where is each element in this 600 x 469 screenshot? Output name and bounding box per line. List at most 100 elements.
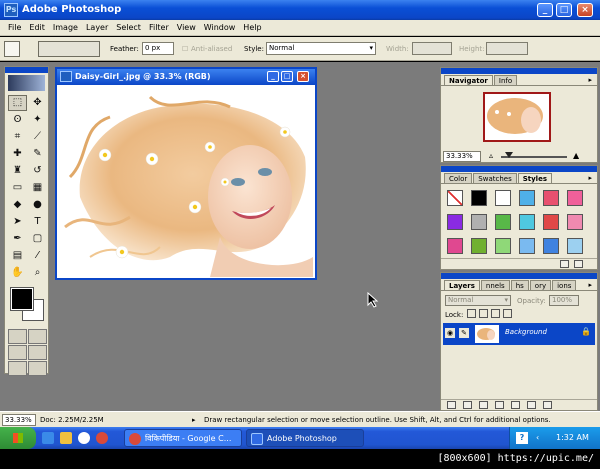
panel-menu-icon[interactable]: ▸ (584, 75, 596, 85)
status-arrow-icon[interactable]: ▸ (192, 414, 196, 426)
menu-window[interactable]: Window (200, 23, 240, 32)
opacity-input[interactable]: 100% (549, 295, 579, 306)
style-swatch[interactable] (471, 238, 487, 254)
marquee-tool-preset-icon[interactable] (4, 41, 20, 57)
healing-brush-icon[interactable]: ✚ (8, 146, 27, 162)
eraser-tool-icon[interactable]: ▭ (8, 180, 27, 196)
chrome-icon[interactable] (96, 432, 108, 444)
style-swatch[interactable] (447, 238, 463, 254)
navigator-thumbnail[interactable] (483, 92, 551, 142)
new-set-icon[interactable] (495, 401, 504, 409)
panel-menu-icon[interactable]: ▸ (584, 280, 596, 290)
gradient-tool-icon[interactable]: ▦ (28, 180, 47, 196)
task-photoshop[interactable]: Adobe Photoshop (246, 429, 364, 447)
tab-layers[interactable]: Layers (444, 280, 480, 290)
style-swatch[interactable] (495, 190, 511, 206)
move-tool-icon[interactable]: ✥ (28, 95, 47, 111)
style-swatch[interactable] (495, 238, 511, 254)
document-titlebar[interactable]: Daisy-Girl_.jpg @ 33.3% (RGB) _ □ × (57, 69, 315, 85)
path-select-icon[interactable]: ➤ (8, 214, 27, 230)
status-zoom-input[interactable]: 33.33% (2, 414, 36, 426)
link-layers-icon[interactable] (447, 401, 456, 409)
adjustment-layer-icon[interactable] (511, 401, 520, 409)
menu-image[interactable]: Image (49, 23, 82, 32)
style-swatch[interactable] (519, 238, 535, 254)
style-swatch[interactable] (543, 238, 559, 254)
brush-tool-icon[interactable]: ✎ (28, 146, 47, 162)
crop-tool-icon[interactable]: ⌗ (8, 129, 27, 145)
style-swatch[interactable] (543, 214, 559, 230)
type-tool-icon[interactable]: T (28, 214, 47, 230)
shape-tool-icon[interactable]: ▢ (28, 231, 47, 247)
tray-arrow-icon[interactable]: ‹ (536, 427, 539, 449)
style-swatch[interactable] (519, 190, 535, 206)
style-swatch[interactable] (471, 190, 487, 206)
ie-icon[interactable] (42, 432, 54, 444)
toolbox-header[interactable] (5, 67, 48, 73)
notes-tool-icon[interactable]: ▤ (8, 248, 27, 264)
quick-mask-icon[interactable] (28, 329, 47, 344)
screen-mode-2-icon[interactable] (28, 345, 47, 360)
tab-color[interactable]: Color (444, 173, 473, 183)
brush-icon[interactable]: ✎ (459, 328, 469, 338)
layer-style-icon[interactable] (463, 401, 472, 409)
menu-help[interactable]: Help (239, 23, 265, 32)
delete-layer-icon[interactable] (543, 401, 552, 409)
pen-tool-icon[interactable]: ✒ (8, 231, 27, 247)
tab-styles[interactable]: Styles (517, 173, 552, 183)
navigator-zoom-input[interactable]: 33.33% (443, 151, 481, 162)
slice-tool-icon[interactable]: ⟋ (28, 129, 47, 145)
style-swatch[interactable] (471, 214, 487, 230)
feather-input[interactable]: 0 px (142, 42, 174, 55)
layer-mask-icon[interactable] (479, 401, 488, 409)
delete-style-icon[interactable] (574, 260, 583, 268)
image-canvas[interactable] (60, 87, 313, 277)
maximize-button[interactable]: □ (556, 3, 572, 17)
media-icon[interactable] (78, 432, 90, 444)
menu-filter[interactable]: Filter (145, 23, 173, 32)
zoom-out-icon[interactable]: ▵ (489, 151, 493, 160)
panel-menu-icon[interactable]: ▸ (584, 173, 596, 183)
zoom-slider-thumb[interactable] (505, 152, 513, 158)
menu-layer[interactable]: Layer (82, 23, 112, 32)
style-swatch[interactable] (447, 190, 463, 206)
anti-aliased-checkbox-icon[interactable]: ☐ (182, 45, 188, 53)
marquee-tool-icon[interactable]: ⬚ (8, 95, 27, 111)
task-chrome[interactable]: विकिपीडिया - Google C... (124, 429, 242, 447)
new-style-icon[interactable] (560, 260, 569, 268)
tab-info[interactable]: Info (493, 75, 518, 85)
help-icon[interactable]: ? (516, 432, 528, 444)
tab-swatches[interactable]: Swatches (473, 173, 517, 183)
width-input[interactable] (412, 42, 452, 55)
blend-mode-select[interactable]: Normal ▾ (445, 295, 511, 306)
tab-channels[interactable]: nnels (480, 280, 510, 290)
lock-transparency-icon[interactable] (467, 309, 476, 318)
dodge-tool-icon[interactable]: ● (28, 197, 47, 213)
style-select[interactable]: Normal ▾ (266, 42, 376, 55)
history-brush-icon[interactable]: ↺ (28, 163, 47, 179)
doc-maximize-button[interactable]: □ (281, 71, 293, 82)
start-button[interactable] (0, 427, 36, 449)
screen-mode-1-icon[interactable] (8, 345, 27, 360)
blur-tool-icon[interactable]: ◆ (8, 197, 27, 213)
lock-position-icon[interactable] (491, 309, 500, 318)
tab-actions[interactable]: ions (552, 280, 577, 290)
height-input[interactable] (486, 42, 528, 55)
foreground-color[interactable] (10, 287, 34, 311)
lock-pixels-icon[interactable] (479, 309, 488, 318)
style-swatch[interactable] (447, 214, 463, 230)
navigator-zoom-slider[interactable] (501, 152, 567, 158)
eyedropper-icon[interactable]: ⁄ (28, 248, 47, 264)
new-layer-icon[interactable] (527, 401, 536, 409)
close-button[interactable]: × (577, 3, 593, 17)
explorer-icon[interactable] (60, 432, 72, 444)
standard-mode-icon[interactable] (8, 329, 27, 344)
selection-mode-icons[interactable] (38, 41, 100, 57)
zoom-in-icon[interactable]: ▲ (573, 151, 579, 160)
style-swatch[interactable] (543, 190, 559, 206)
style-swatch[interactable] (567, 238, 583, 254)
stamp-tool-icon[interactable]: ♜ (8, 163, 27, 179)
hand-tool-icon[interactable]: ✋ (8, 265, 27, 281)
minimize-button[interactable]: _ (537, 3, 553, 17)
jump-to-imageready-icon[interactable] (28, 361, 47, 376)
